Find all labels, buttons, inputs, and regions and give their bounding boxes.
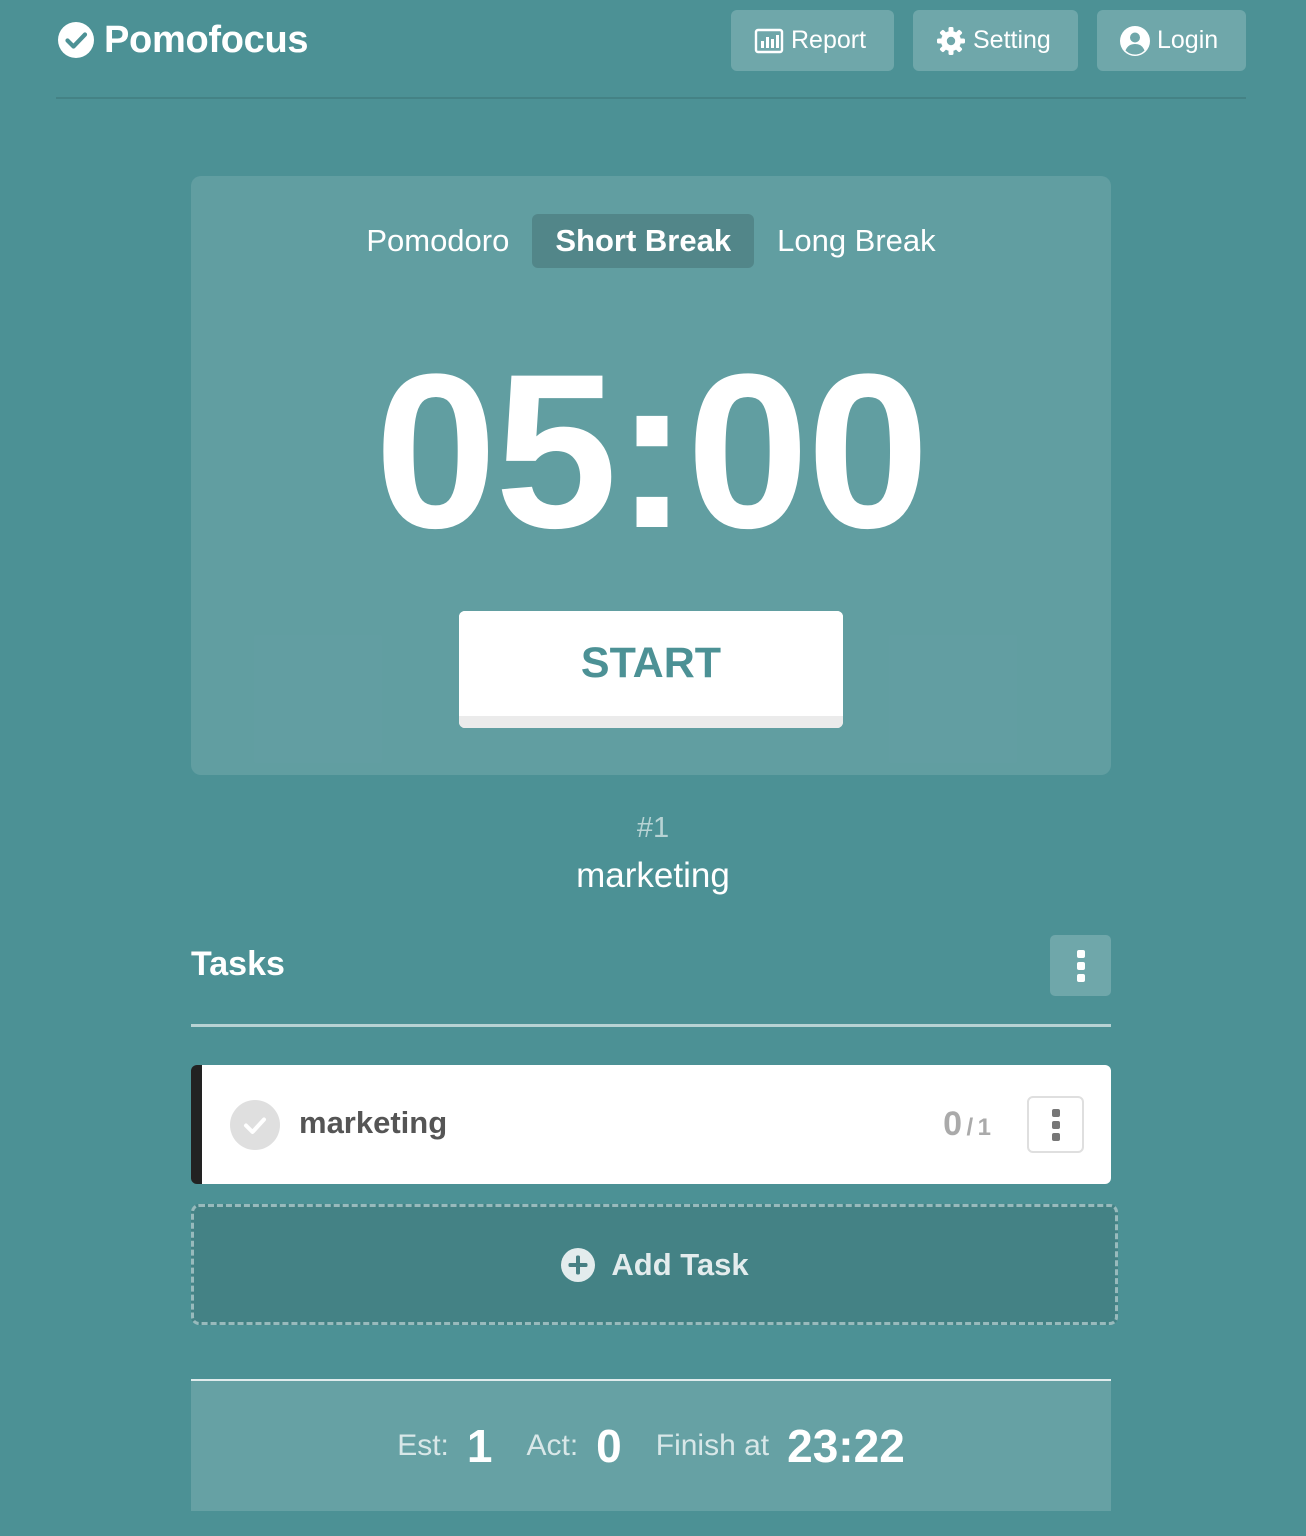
check-circle-icon: [58, 22, 94, 58]
brand-name: Pomofocus: [104, 19, 309, 61]
finish-label: Finish at: [655, 1429, 770, 1462]
pomofocus-app: Pomofocus Report Setting Login Pomodoro …: [0, 0, 1306, 1536]
tasks-title: Tasks: [191, 945, 285, 983]
login-label: Login: [1157, 26, 1219, 54]
act-label: Act:: [526, 1429, 579, 1462]
report-button[interactable]: Report: [731, 10, 894, 71]
mode-tabs: Pomodoro Short Break Long Break: [191, 214, 1111, 268]
task-pomodoro-count: 0 / 1: [943, 1105, 991, 1144]
current-task-name: marketing: [576, 856, 730, 895]
task-done-count: 0: [943, 1105, 963, 1143]
brand-logo[interactable]: Pomofocus: [58, 16, 309, 64]
task-name: marketing: [299, 1105, 448, 1140]
start-label: START: [580, 639, 722, 687]
tab-long-break[interactable]: Long Break: [754, 214, 959, 268]
plus-circle-icon: [561, 1247, 596, 1282]
timer-card: Pomodoro Short Break Long Break 05:00 ST…: [191, 176, 1111, 775]
act-value: 0: [596, 1420, 622, 1472]
task-menu-button[interactable]: [1027, 1096, 1084, 1153]
add-task-label: Add Task: [611, 1246, 749, 1282]
header: Pomofocus Report Setting Login: [56, 0, 1246, 99]
add-task-button[interactable]: Add Task: [191, 1204, 1118, 1325]
kebab-icon: [1076, 949, 1085, 982]
user-circle-icon: [1120, 25, 1150, 56]
tab-short-break[interactable]: Short Break: [532, 214, 755, 268]
tab-pomodoro[interactable]: Pomodoro: [343, 214, 532, 268]
check-icon: [244, 1117, 266, 1134]
report-label: Report: [791, 26, 867, 54]
current-task-number: #1: [636, 812, 670, 844]
start-button-shadow: [459, 716, 843, 728]
gear-icon: [937, 26, 965, 55]
summary-bar: Est: 1 Act: 0 Finish at 23:22: [191, 1379, 1111, 1511]
setting-button[interactable]: Setting: [913, 10, 1078, 71]
est-label: Est:: [397, 1429, 449, 1462]
task-complete-toggle[interactable]: [230, 1100, 280, 1150]
setting-label: Setting: [973, 26, 1051, 54]
tasks-header: Tasks: [191, 935, 1111, 1027]
start-button-face: START: [459, 611, 843, 716]
bar-chart-icon: [754, 28, 784, 53]
task-estimate: 1: [977, 1114, 991, 1141]
task-item[interactable]: marketing 0 / 1: [191, 1065, 1111, 1184]
login-button[interactable]: Login: [1097, 10, 1246, 71]
task-count-separator: /: [966, 1114, 974, 1141]
est-value: 1: [466, 1420, 493, 1472]
timer-display: 05:00: [374, 328, 930, 574]
finish-value: 23:22: [787, 1420, 905, 1472]
kebab-icon: [1051, 1108, 1060, 1141]
start-button[interactable]: START: [459, 611, 843, 728]
tasks-menu-button[interactable]: [1050, 935, 1111, 996]
top-nav: Report Setting Login: [731, 10, 1246, 71]
